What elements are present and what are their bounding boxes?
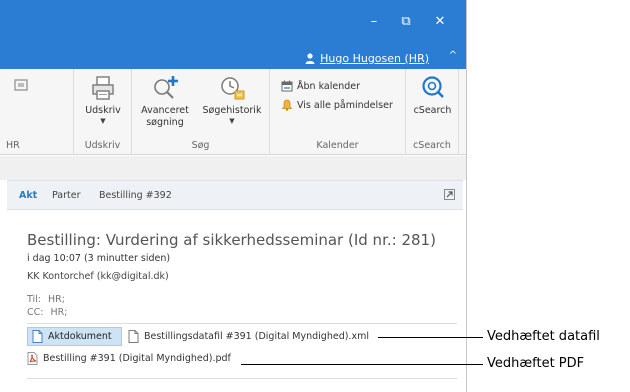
callout-pdf: Vedhæftet PDF [487,356,585,371]
divider [27,323,457,324]
minimize-button[interactable]: – [359,12,389,32]
print-button[interactable]: Udskriv ▼ [74,75,132,125]
ribbon: HR Udskriv ▼ Udskriv Avanceret søgning S… [0,69,466,155]
partial-ribbon-icon [14,79,28,91]
user-name: Hugo Hugosen (HR) [320,51,429,65]
tab-bestilling[interactable]: Bestilling #392 [99,190,172,201]
advanced-search-label-line1: Avanceret [141,105,189,116]
calendar-icon [281,80,293,92]
datafile-attachment-label: Bestillingsdatafil #391 (Digital Myndigh… [144,331,369,342]
callout-line-pdf [241,364,483,365]
tab-parter[interactable]: Parter [52,190,81,201]
ribbon-group-csearch: cSearch cSearch [406,69,459,155]
divider [27,378,457,379]
main-document-attachment[interactable]: Aktdokument [27,327,122,346]
user-account-button[interactable]: Hugo Hugosen (HR) [305,48,429,68]
ribbon-group-print: Udskriv ▼ Udskriv [74,69,132,155]
message-sender[interactable]: KK Kontorchef (kk@digital.dk) [27,271,169,282]
chevron-down-icon: ▼ [100,117,106,125]
pdf-attachment[interactable]: Bestilling #391 (Digital Myndighed).pdf [27,352,231,365]
csearch-button[interactable]: cSearch [406,75,459,117]
magnifier-plus-icon [154,76,178,99]
document-icon [32,330,43,343]
callout-line-datafile [378,337,483,338]
ribbon-spacer [0,156,466,180]
to-recipients: Til: HR; [27,294,65,305]
user-icon [305,52,315,64]
title-bar: – ⧉ ✕ Hugo Hugosen (HR) ^ [0,0,466,69]
search-history-label: Søgehistorik [202,105,262,116]
csearch-label: cSearch [413,105,452,116]
ribbon-group-label-calendar: Kalender [316,140,359,151]
csearch-icon [421,76,444,98]
ribbon-group-label-csearch: cSearch [413,140,451,151]
cc-value[interactable]: HR; [50,307,67,318]
to-value[interactable]: HR; [48,294,65,305]
cc-recipients: CC: HR; [27,307,67,318]
search-history-button[interactable]: Søgehistorik ▼ [196,75,268,125]
ribbon-group-label-hr: HR [6,140,20,151]
close-button[interactable]: ✕ [425,12,455,32]
pdf-icon [27,352,38,365]
advanced-search-label-line2: søgning [146,117,184,128]
collapse-ribbon-button[interactable]: ^ [445,48,461,64]
main-document-label: Aktdokument [48,331,112,342]
tab-akt[interactable]: Akt [19,190,37,201]
callout-datafile: Vedhæftet datafil [487,329,600,344]
ribbon-group-search: Avanceret søgning Søgehistorik ▼ Søg [132,69,270,155]
popout-icon[interactable] [444,189,455,200]
show-reminders-button[interactable]: Vis alle påmindelser [281,99,393,111]
item-tab-bar: Akt Parter Bestilling #392 [7,180,463,210]
ribbon-group-label-print: Udskriv [84,140,121,151]
open-calendar-button[interactable]: Åbn kalender [281,80,360,92]
chevron-down-icon: ▼ [229,117,235,125]
open-calendar-label: Åbn kalender [297,80,361,92]
advanced-search-button[interactable]: Avanceret søgning [134,75,196,129]
cc-label: CC: [27,307,44,318]
to-label: Til: [27,294,41,305]
document-icon [128,330,139,343]
clock-history-icon [221,77,245,100]
restore-button[interactable]: ⧉ [391,12,421,32]
ribbon-group-label-search: Søg [191,140,210,151]
ribbon-group-hr: HR [0,69,74,155]
pdf-attachment-label: Bestilling #391 (Digital Myndighed).pdf [43,353,231,364]
message-time: i dag 10:07 (3 minutter siden) [27,253,171,264]
print-button-label: Udskriv [85,105,121,116]
datafile-attachment[interactable]: Bestillingsdatafil #391 (Digital Myndigh… [128,330,369,343]
mail-window: – ⧉ ✕ Hugo Hugosen (HR) ^ HR Udskriv ▼ U… [0,0,467,392]
printer-icon [92,76,114,100]
show-reminders-label: Vis alle påmindelser [297,99,393,111]
ribbon-group-calendar: Åbn kalender Vis alle påmindelser Kalend… [270,69,406,155]
message-subject: Bestilling: Vurdering af sikkerhedssemin… [27,231,436,249]
bell-icon [281,99,293,111]
